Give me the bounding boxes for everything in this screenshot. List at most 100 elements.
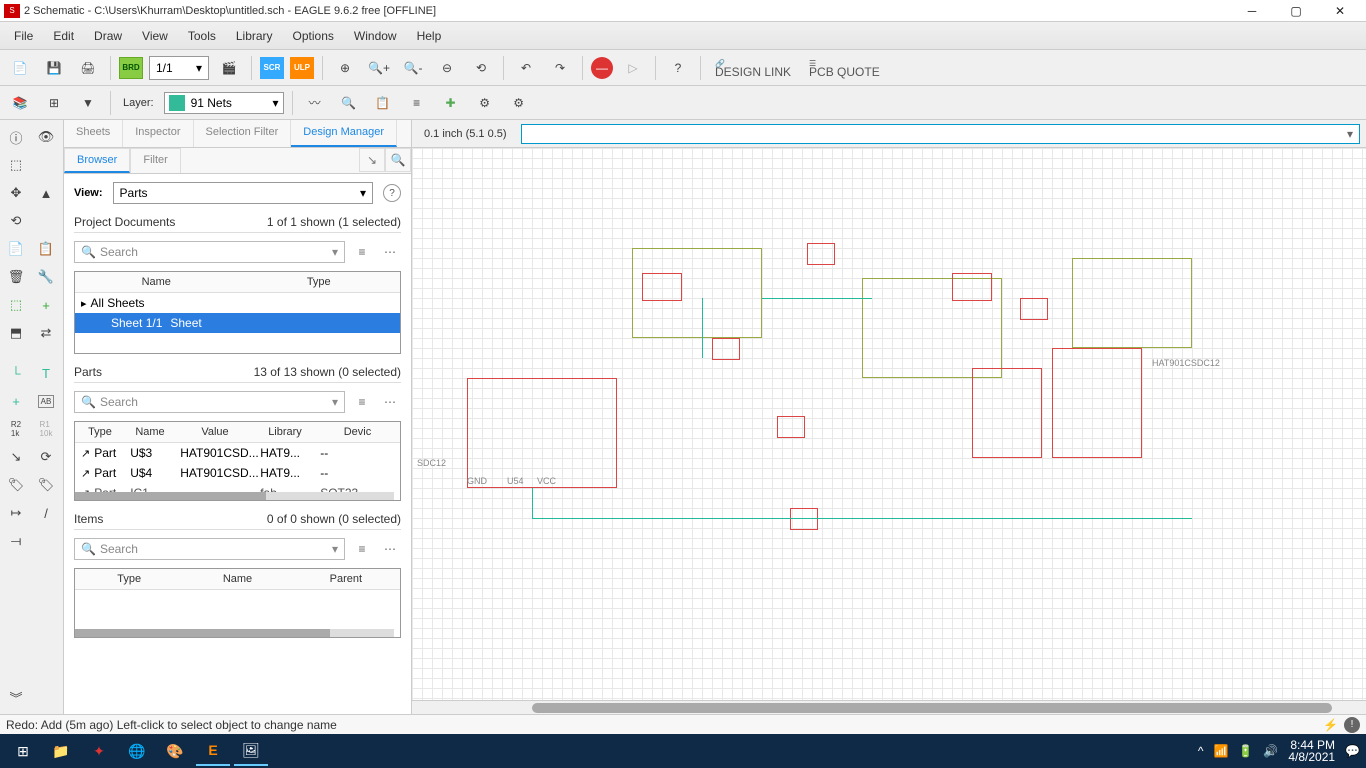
- col-type[interactable]: Type: [75, 422, 125, 442]
- add-part-icon[interactable]: ✚: [437, 89, 465, 117]
- filter-icon[interactable]: ▼: [74, 89, 102, 117]
- show-tool-icon[interactable]: 👁: [32, 124, 60, 150]
- smash-tool-icon[interactable]: ⟳: [32, 444, 60, 470]
- go-icon[interactable]: ▷: [619, 54, 647, 82]
- stop-button[interactable]: —: [591, 57, 613, 79]
- grid-icon[interactable]: ⊞: [40, 89, 68, 117]
- photos-icon[interactable]: 🖼: [234, 736, 268, 766]
- rotate-tool-icon[interactable]: ⟲: [2, 208, 30, 234]
- layers-icon[interactable]: 📚: [6, 89, 34, 117]
- zoom-redraw-icon[interactable]: ⟲: [467, 54, 495, 82]
- menu-window[interactable]: Window: [346, 25, 405, 47]
- paint-icon[interactable]: 🎨: [158, 736, 192, 766]
- line-tool-icon[interactable]: └: [2, 360, 30, 386]
- items-search[interactable]: 🔍 Search▾: [74, 538, 345, 560]
- value-tool-icon[interactable]: R21k: [2, 416, 30, 442]
- volume-icon[interactable]: 🔊: [1263, 744, 1278, 758]
- net-tool-icon[interactable]: +: [2, 388, 30, 414]
- scr-button[interactable]: SCR: [260, 57, 284, 79]
- col-name[interactable]: Name: [183, 569, 291, 589]
- sheet-selector[interactable]: 1/1▾: [149, 56, 209, 80]
- label-tool-icon[interactable]: 🏷: [32, 472, 60, 498]
- design-link-button[interactable]: 🔗 DESIGN LINK: [709, 57, 797, 79]
- schematic-canvas[interactable]: SDC12 GND U54 VCC HAT901CSDC12: [412, 148, 1366, 700]
- explorer-icon[interactable]: 📁: [44, 736, 78, 766]
- value2-tool-icon[interactable]: R110k: [32, 416, 60, 442]
- paste-tool-icon[interactable]: 📋: [32, 236, 60, 262]
- wrench-tool-icon[interactable]: 🔧: [32, 264, 60, 290]
- more-icon[interactable]: ⋯: [379, 538, 401, 560]
- horizontal-scrollbar[interactable]: [412, 700, 1366, 714]
- notification-icon[interactable]: !: [1344, 717, 1360, 733]
- menu-help[interactable]: Help: [409, 25, 450, 47]
- close-button[interactable]: ✕: [1326, 1, 1354, 21]
- tab-inspector[interactable]: Inspector: [123, 120, 193, 147]
- start-button[interactable]: ⊞: [6, 736, 40, 766]
- list-icon[interactable]: ≡: [351, 538, 373, 560]
- zoom-in-icon[interactable]: 🔍+: [365, 54, 393, 82]
- projdocs-search[interactable]: 🔍 Search▾: [74, 241, 345, 263]
- settings-icon[interactable]: ⚙: [471, 89, 499, 117]
- row-sheet1[interactable]: Sheet 1/1 Sheet: [75, 313, 400, 333]
- replace-tool-icon[interactable]: ⬒: [2, 320, 30, 346]
- col-library[interactable]: Library: [255, 422, 315, 442]
- delete-tool-icon[interactable]: 🗑: [2, 264, 30, 290]
- part-row[interactable]: ↗ PartU$3HAT901CSD...HAT9...--: [75, 443, 400, 463]
- junction-tool-icon[interactable]: ↦: [2, 500, 30, 526]
- expand-icon[interactable]: ︾: [2, 684, 30, 710]
- view-selector[interactable]: Parts▾: [113, 182, 373, 204]
- taskbar-clock[interactable]: 8:44 PM 4/8/2021: [1288, 739, 1335, 763]
- col-parent[interactable]: Parent: [292, 569, 400, 589]
- pcb-quote-button[interactable]: ☰ PCB QUOTE: [803, 57, 886, 79]
- subtab-filter[interactable]: Filter: [130, 148, 180, 173]
- list-icon[interactable]: ≡: [351, 241, 373, 263]
- app-icon[interactable]: ✦: [82, 736, 116, 766]
- save-icon[interactable]: 💾: [40, 54, 68, 82]
- copy-tool-icon[interactable]: 📄: [2, 236, 30, 262]
- subtab-browser[interactable]: Browser: [64, 148, 130, 173]
- zoom-out-icon[interactable]: 🔍-: [399, 54, 427, 82]
- tag-tool-icon[interactable]: 🏷: [2, 472, 30, 498]
- eagle-icon[interactable]: E: [196, 736, 230, 766]
- command-input[interactable]: ▾: [521, 124, 1360, 144]
- more-icon[interactable]: ⋯: [379, 391, 401, 413]
- list-icon[interactable]: ≡: [351, 391, 373, 413]
- help-icon[interactable]: ?: [664, 54, 692, 82]
- move-tool-icon[interactable]: ✥: [2, 180, 30, 206]
- undo-icon[interactable]: ↶: [512, 54, 540, 82]
- dimension-tool-icon[interactable]: ⟞: [2, 528, 30, 554]
- col-device[interactable]: Devic: [315, 422, 400, 442]
- parts-search[interactable]: 🔍 Search▾: [74, 391, 345, 413]
- menu-library[interactable]: Library: [228, 25, 281, 47]
- tab-sheets[interactable]: Sheets: [64, 120, 123, 147]
- tab-design-manager[interactable]: Design Manager: [291, 120, 397, 147]
- print-icon[interactable]: 🖨: [74, 54, 102, 82]
- add-tool-icon[interactable]: +: [32, 292, 60, 318]
- partlist-icon[interactable]: ≡: [403, 89, 431, 117]
- tray-chevron-icon[interactable]: ^: [1198, 744, 1204, 758]
- battery-icon[interactable]: 🔋: [1238, 744, 1253, 758]
- find-icon[interactable]: 🔍: [335, 89, 363, 117]
- group-tool-icon[interactable]: ⬚: [2, 292, 30, 318]
- name-tool-icon[interactable]: AB: [32, 388, 60, 414]
- board-button[interactable]: BRD: [119, 57, 143, 79]
- wire-style-icon[interactable]: 〰: [301, 89, 329, 117]
- scroll-thumb[interactable]: [532, 703, 1332, 713]
- info-tool-icon[interactable]: ⓘ: [2, 124, 30, 150]
- tab-selection-filter[interactable]: Selection Filter: [194, 120, 292, 147]
- wire-tool-icon[interactable]: /: [32, 500, 60, 526]
- col-type[interactable]: Type: [75, 569, 183, 589]
- menu-edit[interactable]: Edit: [45, 25, 82, 47]
- menu-options[interactable]: Options: [285, 25, 342, 47]
- maximize-button[interactable]: ▢: [1282, 1, 1310, 21]
- part-row[interactable]: ↗ PartU$4HAT901CSD...HAT9...--: [75, 463, 400, 483]
- zoom-tool-icon[interactable]: ↘: [359, 148, 385, 172]
- text-tool-icon[interactable]: T: [32, 360, 60, 386]
- select-tool-icon[interactable]: ⬚: [2, 152, 30, 178]
- search-tool-icon[interactable]: 🔍: [385, 148, 411, 172]
- redo-icon[interactable]: ↷: [546, 54, 574, 82]
- minimize-button[interactable]: ─: [1238, 1, 1266, 21]
- notifications-icon[interactable]: 💬: [1345, 744, 1360, 758]
- row-allsheets[interactable]: ▸ All Sheets: [75, 293, 400, 313]
- col-name[interactable]: Name: [75, 272, 238, 292]
